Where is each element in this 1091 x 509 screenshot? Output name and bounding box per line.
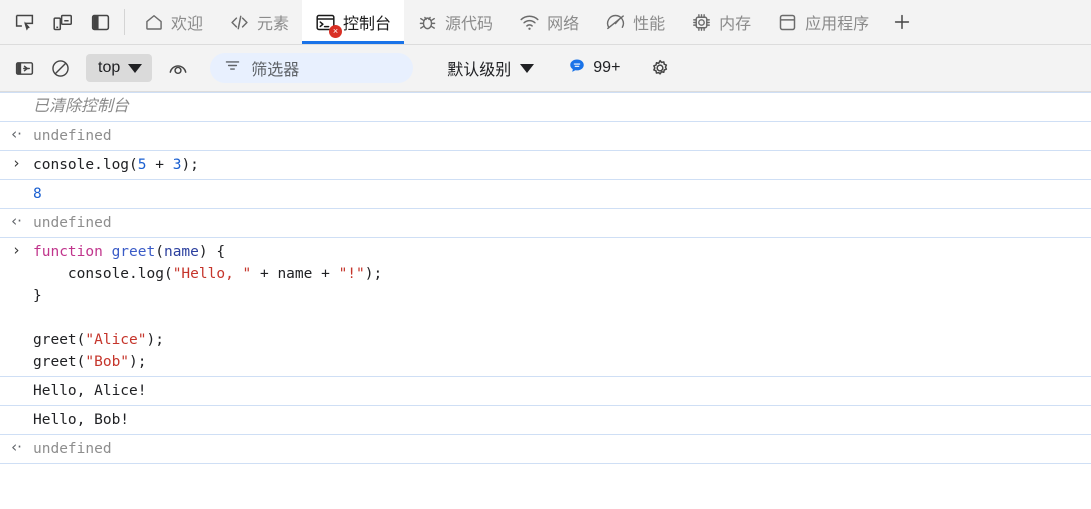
- result-arrow-icon: ‹·: [11, 212, 22, 230]
- gear-icon[interactable]: [644, 52, 676, 84]
- tab-application[interactable]: 应用程序: [764, 0, 882, 44]
- console-output-value: Hello, Bob!: [33, 412, 130, 428]
- log-level-label: 默认级别: [447, 62, 512, 79]
- token: + name +: [251, 266, 339, 282]
- token: greet(: [33, 354, 86, 370]
- result-arrow-icon: ‹·: [11, 125, 22, 143]
- token: "Bob": [85, 354, 130, 370]
- console-row-result-3: ‹· undefined: [0, 435, 1091, 464]
- issues-counter[interactable]: 99+: [568, 57, 620, 80]
- wifi-icon: [519, 12, 540, 33]
- tool-icon-group: [0, 0, 122, 44]
- tab-welcome[interactable]: 欢迎: [131, 0, 216, 44]
- bug-icon: [417, 12, 438, 33]
- tab-elements[interactable]: 元素: [216, 0, 302, 44]
- row-gutter: [0, 96, 33, 98]
- javascript-context-label: top: [98, 59, 121, 76]
- console-input-expression: console.log(5 + 3);: [33, 154, 1091, 176]
- console-output-value: 8: [33, 186, 42, 202]
- tab-console-label: 控制台: [343, 16, 392, 33]
- console-result-value: undefined: [33, 128, 112, 144]
- input-arrow-icon: ›: [13, 241, 20, 259]
- device-toolbar-icon[interactable]: [46, 6, 78, 38]
- tab-memory-label: 内存: [719, 16, 752, 33]
- filter-input[interactable]: 筛选器: [210, 53, 414, 83]
- issues-bubble-icon: [568, 57, 586, 80]
- add-tab-button[interactable]: [882, 0, 922, 44]
- console-toolbar: top 筛选器 默认级别 99+: [0, 45, 1091, 92]
- token: greet(: [33, 332, 86, 348]
- chevron-down-icon-level: [520, 63, 535, 73]
- toolbar-divider: [124, 9, 125, 35]
- token: name: [163, 244, 199, 260]
- show-console-sidebar-icon[interactable]: [8, 52, 40, 84]
- devtools-tabbar: 欢迎 元素 × 控制台 源代码 网络 性能 内存 应用程序: [0, 0, 1091, 45]
- tab-console[interactable]: × 控制台: [302, 0, 405, 44]
- token: "!": [338, 266, 365, 282]
- tab-performance-label: 性能: [633, 16, 666, 33]
- input-arrow-icon: ›: [13, 154, 20, 172]
- console-row-output-8: 8: [0, 180, 1091, 209]
- code-brackets-icon: [229, 12, 250, 33]
- gauge-icon: [605, 12, 626, 33]
- console-row-input-2[interactable]: › function greet(name) { console.log("He…: [0, 238, 1091, 377]
- token: );: [129, 354, 147, 370]
- token: +: [146, 157, 173, 173]
- token: );: [364, 266, 383, 282]
- tab-network[interactable]: 网络: [506, 0, 592, 44]
- console-row-result-2: ‹· undefined: [0, 209, 1091, 238]
- row-gutter: [0, 380, 33, 382]
- token: function: [33, 244, 112, 260]
- token: console.log(: [33, 157, 138, 173]
- clear-console-icon[interactable]: [44, 52, 76, 84]
- row-gutter: [0, 409, 33, 411]
- console-input-multiline: function greet(name) { console.log("Hell…: [33, 241, 1091, 373]
- panel-tabs: 欢迎 元素 × 控制台 源代码 网络 性能 内存 应用程序: [131, 0, 1091, 44]
- token: (: [155, 244, 164, 260]
- token: "Alice": [85, 332, 147, 348]
- console-terminal-icon: ×: [315, 12, 343, 38]
- box-icon: [777, 12, 798, 33]
- console-row-output-alice: Hello, Alice!: [0, 377, 1091, 406]
- console-output[interactable]: 已清除控制台 ‹· undefined › console.log(5 + 3)…: [0, 92, 1091, 509]
- tab-welcome-label: 欢迎: [171, 16, 204, 33]
- token: 5: [137, 157, 147, 173]
- result-arrow-icon: ‹·: [11, 438, 22, 456]
- token: "Hello, ": [172, 266, 252, 282]
- console-row-output-bob: Hello, Bob!: [0, 406, 1091, 435]
- issues-count: 99+: [593, 59, 621, 76]
- tab-sources[interactable]: 源代码: [404, 0, 506, 44]
- console-row-input-1[interactable]: › console.log(5 + 3);: [0, 151, 1091, 180]
- console-result-value: undefined: [33, 441, 112, 457]
- home-icon: [144, 12, 164, 32]
- console-row-result-1: ‹· undefined: [0, 122, 1091, 151]
- tab-elements-label: 元素: [257, 16, 290, 33]
- token: greet: [111, 244, 156, 260]
- log-level-select[interactable]: 默认级别: [441, 52, 540, 84]
- token: ) {: [198, 244, 226, 260]
- chevron-down-icon: [128, 63, 143, 73]
- filter-placeholder: 筛选器: [251, 62, 300, 79]
- console-result-value: undefined: [33, 215, 112, 231]
- tab-performance[interactable]: 性能: [592, 0, 678, 44]
- dock-panel-icon[interactable]: [84, 6, 116, 38]
- eye-live-expression-icon[interactable]: [162, 52, 194, 84]
- tab-memory[interactable]: 内存: [678, 0, 764, 44]
- console-row-cleared: 已清除控制台: [0, 92, 1091, 122]
- console-error-badge: ×: [329, 24, 343, 38]
- token: );: [146, 332, 164, 348]
- console-output-value: Hello, Alice!: [33, 383, 147, 399]
- inspect-element-icon[interactable]: [8, 6, 40, 38]
- console-cleared-message: 已清除控制台: [33, 98, 130, 115]
- row-gutter: [0, 183, 33, 185]
- filter-icon: [224, 57, 241, 79]
- token: );: [181, 157, 199, 173]
- tab-network-label: 网络: [547, 16, 580, 33]
- chip-icon: [691, 12, 712, 33]
- token: console.log(: [33, 266, 173, 282]
- tab-sources-label: 源代码: [445, 16, 494, 33]
- javascript-context-select[interactable]: top: [86, 54, 153, 82]
- token: }: [33, 288, 42, 304]
- tab-application-label: 应用程序: [805, 16, 870, 33]
